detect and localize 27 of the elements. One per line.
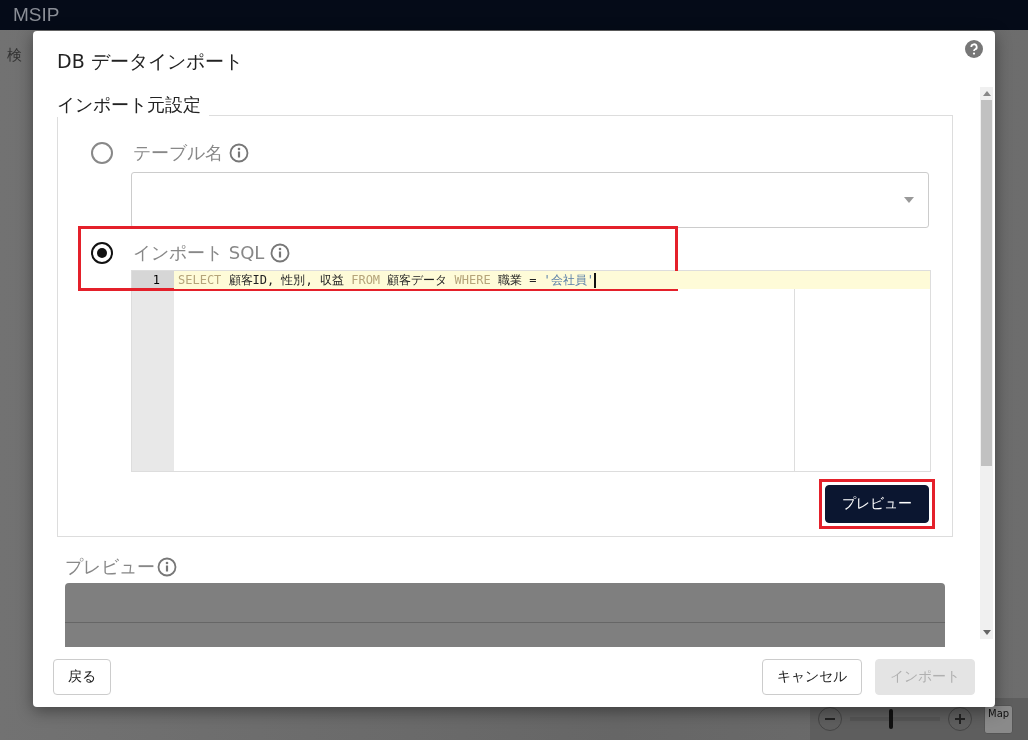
section-legend: インポート元設定	[57, 93, 209, 117]
dialog-title: DB データインポート	[57, 49, 243, 74]
scrollbar[interactable]	[980, 87, 993, 639]
option-label: インポート SQL	[133, 241, 265, 265]
preview-button[interactable]: プレビュー	[825, 485, 929, 523]
section-label: プレビュー	[65, 555, 155, 579]
plus-icon	[954, 713, 966, 725]
scroll-up-icon[interactable]	[982, 91, 991, 96]
radio-button[interactable]	[91, 142, 113, 164]
option-label: テーブル名	[133, 141, 223, 165]
zoom-slider-thumb[interactable]	[888, 709, 893, 729]
map-toggle-button[interactable]: Map	[984, 704, 1014, 734]
info-icon[interactable]	[157, 557, 177, 577]
cancel-button[interactable]: キャンセル	[762, 659, 862, 695]
search-label: 検	[7, 46, 22, 65]
line-number: 1	[132, 271, 174, 289]
radio-button[interactable]	[91, 242, 113, 264]
scroll-down-icon[interactable]	[982, 630, 991, 635]
info-icon[interactable]	[270, 243, 291, 263]
table-select[interactable]	[131, 172, 929, 228]
back-button[interactable]: 戻る	[53, 659, 111, 695]
code-line: SELECT 顧客ID, 性別, 収益 FROM 顧客データ WHERE 職業 = '会社員'	[178, 272, 595, 289]
dropdown-caret-icon	[904, 197, 914, 203]
help-icon[interactable]	[965, 40, 983, 58]
info-icon[interactable]	[229, 143, 249, 163]
app-title: MSIP	[13, 4, 60, 26]
sql-editor[interactable]: 1 SELECT 顧客ID, 性別, 収益 FROM 顧客データ WHERE 職業 = '会社員'	[131, 270, 931, 472]
